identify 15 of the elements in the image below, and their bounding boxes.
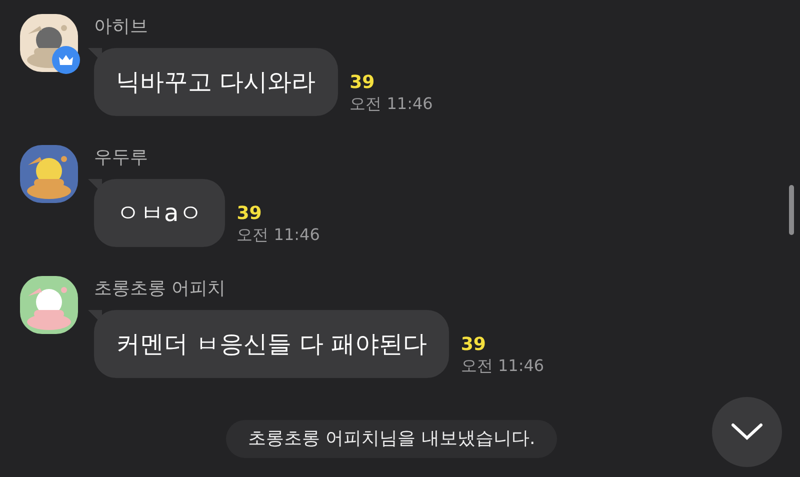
chevron-down-icon: [731, 423, 763, 441]
message-bubble: 닉바꾸고 다시와라: [94, 48, 338, 116]
message-bubble: ㅇㅂaㅇ: [94, 179, 225, 247]
unread-count: 39: [350, 72, 376, 94]
message-time: 오전 11:46: [350, 94, 433, 114]
unread-count: 39: [460, 334, 487, 356]
message-time: 오전 11:46: [236, 225, 320, 245]
sender-name: 우두루: [94, 147, 148, 169]
sender-name: 초롱초롱 어피치: [94, 278, 226, 300]
sender-name: 아히브: [94, 16, 148, 38]
message-time: 오전 11:46: [460, 356, 544, 376]
unread-count: 39: [236, 203, 263, 225]
system-notice: 초롱초롱 어피치님을 내보냈습니다.: [226, 420, 558, 458]
scrollbar[interactable]: [789, 185, 794, 235]
message-bubble: 커멘더 ㅂ응신들 다 패야된다: [94, 310, 449, 378]
